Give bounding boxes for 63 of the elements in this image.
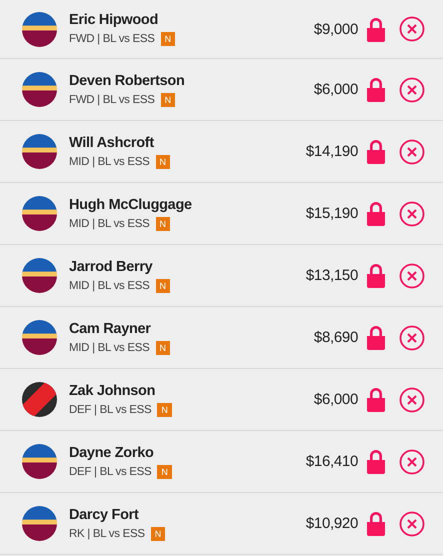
remove-icon[interactable] — [399, 16, 425, 42]
status-badge: N — [150, 526, 166, 540]
player-price: $6,000 — [314, 81, 358, 98]
status-badge: N — [156, 278, 170, 292]
team-logo-icon — [22, 444, 57, 479]
status-badge: N — [156, 340, 170, 354]
player-price: $16,410 — [306, 453, 358, 470]
match-info: FWD | BL vs ESS — [69, 94, 155, 106]
match-info: MID | BL vs ESS — [69, 280, 150, 292]
remove-icon[interactable] — [399, 324, 425, 350]
remove-icon[interactable] — [399, 76, 425, 102]
player-name: Cam Rayner — [69, 320, 152, 336]
team-logo-icon — [22, 134, 57, 169]
status-badge: N — [156, 154, 170, 168]
match-info: DEF | BL vs ESS — [69, 466, 152, 478]
team-logo-icon — [22, 506, 57, 541]
player-price: $9,000 — [314, 20, 358, 38]
team-logo-icon — [22, 12, 57, 46]
match-info: MID | BL vs ESS — [69, 156, 150, 168]
lock-icon[interactable] — [366, 387, 386, 412]
player-price: $8,690 — [314, 329, 358, 346]
team-logo-icon — [22, 196, 57, 231]
player-price: $13,150 — [306, 267, 358, 284]
team-logo-icon — [22, 258, 57, 293]
team-logo-icon — [22, 72, 57, 107]
match-info: FWD | BL vs ESS — [69, 33, 155, 45]
player-name: Will Ashcroft — [69, 134, 155, 150]
remove-icon[interactable] — [399, 386, 425, 412]
player-name: Zak Johnson — [69, 382, 156, 398]
player-name: Darcy Fort — [69, 506, 140, 522]
remove-icon[interactable] — [399, 448, 425, 474]
lock-icon[interactable] — [366, 77, 386, 102]
status-badge: N — [157, 464, 172, 478]
lock-icon[interactable] — [366, 16, 386, 42]
lock-icon[interactable] — [366, 511, 386, 536]
match-info: RK | BL vs ESS — [69, 528, 145, 540]
remove-icon[interactable] — [399, 510, 425, 536]
player-name: Jarrod Berry — [69, 258, 154, 274]
match-info: DEF | BL vs ESS — [69, 404, 152, 416]
player-name: Deven Robertson — [69, 72, 186, 88]
lock-icon[interactable] — [366, 325, 386, 350]
status-badge: N — [156, 216, 170, 230]
lock-icon[interactable] — [366, 263, 386, 288]
remove-icon[interactable] — [399, 138, 425, 164]
remove-icon[interactable] — [399, 262, 425, 288]
status-badge: N — [157, 402, 172, 416]
remove-icon[interactable] — [399, 200, 425, 226]
player-price: $10,920 — [306, 515, 358, 532]
match-info: MID | BL vs ESS — [69, 342, 150, 354]
lock-icon[interactable] — [366, 201, 386, 226]
player-price: $14,190 — [306, 143, 358, 160]
team-logo-icon — [22, 382, 57, 417]
player-name: Eric Hipwood — [69, 12, 160, 28]
status-badge: N — [160, 92, 176, 106]
match-info: MID | BL vs ESS — [69, 218, 150, 230]
lock-icon[interactable] — [366, 139, 386, 164]
player-price: $6,000 — [314, 391, 358, 408]
player-name: Dayne Zorko — [69, 444, 155, 460]
lock-icon[interactable] — [366, 449, 386, 474]
player-name: Hugh McCluggage — [69, 196, 193, 212]
team-logo-icon — [22, 320, 57, 355]
player-price: $15,190 — [306, 205, 358, 222]
status-badge: N — [160, 32, 176, 46]
